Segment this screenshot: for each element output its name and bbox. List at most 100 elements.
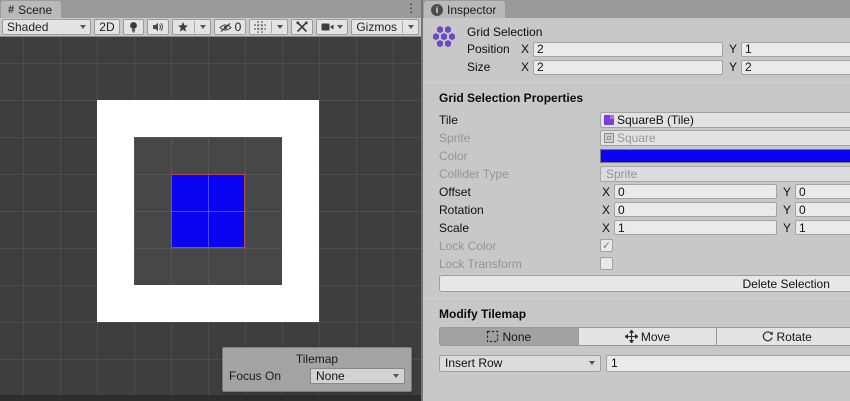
lock-color-row: Lock Color: [439, 237, 850, 254]
size-y-input[interactable]: [741, 60, 850, 75]
gizmos-dropdown[interactable]: Gizmos: [351, 19, 419, 35]
collider-type-value: Sprite: [606, 167, 637, 181]
modify-count-input[interactable]: [606, 355, 850, 372]
focus-on-value: None: [316, 369, 345, 383]
divider: [194, 21, 195, 33]
position-label: Position: [467, 42, 515, 56]
sprite-label: Sprite: [439, 131, 600, 145]
2d-toggle-button[interactable]: 2D: [94, 19, 119, 35]
y-axis-label: Y: [727, 42, 737, 56]
color-label: Color: [439, 149, 600, 163]
scene-lighting-button[interactable]: [123, 19, 144, 35]
component-tools-button[interactable]: [291, 19, 313, 35]
delete-selection-button[interactable]: Delete Selection: [439, 275, 850, 292]
chevron-down-icon[interactable]: [200, 25, 206, 29]
tool-none-label: None: [502, 330, 531, 344]
tilemap-overlay-panel[interactable]: Tilemap Focus On None: [222, 347, 412, 392]
info-icon: i: [431, 4, 443, 16]
scene-pane: # Scene ⋮ Shaded 2D: [0, 0, 421, 401]
x-axis-label: X: [519, 60, 529, 74]
modify-operation-dropdown[interactable]: Insert Row: [439, 355, 601, 372]
y-axis-label: Y: [781, 203, 791, 217]
rotation-x-input[interactable]: [614, 202, 777, 217]
rotation-label: Rotation: [439, 203, 600, 217]
offset-label: Offset: [439, 185, 600, 199]
sprite-asset-icon: [604, 133, 614, 143]
scale-label: Scale: [439, 221, 600, 235]
y-axis-label: Y: [727, 60, 737, 74]
modify-toolbar: None Move Rotate Scale: [439, 327, 850, 346]
scene-visibility-button[interactable]: 0: [214, 19, 247, 35]
scene-effects-button[interactable]: [172, 19, 211, 35]
modify-section-title: Modify Tilemap: [439, 307, 850, 321]
gizmos-label: Gizmos: [356, 20, 397, 34]
grid-selection-icon: [431, 23, 461, 76]
x-axis-label: X: [600, 185, 610, 199]
unity-editor: # Scene ⋮ Shaded 2D: [0, 0, 850, 401]
eye-off-icon: [219, 22, 232, 33]
tool-move-button[interactable]: Move: [579, 327, 718, 346]
y-axis-label: Y: [781, 185, 791, 199]
scale-y-input[interactable]: [795, 220, 850, 235]
selection-box-icon: [486, 330, 499, 343]
offset-y-input[interactable]: [795, 184, 850, 199]
scene-grid-button[interactable]: [249, 19, 288, 35]
2d-label: 2D: [99, 20, 114, 34]
grid-selection-properties-section: Grid Selection Properties Tile SquareB (…: [423, 83, 850, 298]
offset-x-input[interactable]: [614, 184, 777, 199]
move-icon: [625, 330, 638, 343]
sprite-value: Square: [617, 131, 850, 145]
shading-mode-dropdown[interactable]: Shaded: [2, 19, 91, 35]
modify-footer: Insert Row Modify: [439, 354, 850, 372]
divider: [402, 21, 403, 33]
tool-rotate-button[interactable]: Rotate: [717, 327, 850, 346]
scale-x-input[interactable]: [614, 220, 777, 235]
chevron-down-icon[interactable]: [277, 25, 283, 29]
collider-type-dropdown[interactable]: Sprite: [600, 166, 850, 182]
hidden-count-label: 0: [235, 20, 242, 34]
effects-star-icon: [177, 21, 189, 33]
tile-asset-icon: [604, 115, 614, 125]
divider: [271, 21, 272, 33]
scene-tabbar: # Scene ⋮: [0, 0, 421, 18]
size-label: Size: [467, 60, 515, 74]
chevron-down-icon[interactable]: [408, 25, 414, 29]
focus-on-label: Focus On: [229, 369, 281, 383]
tile-row: Tile SquareB (Tile) ⊙: [439, 111, 850, 128]
tab-scene[interactable]: # Scene: [1, 1, 61, 18]
properties-section-title: Grid Selection Properties: [439, 91, 850, 105]
position-y-input[interactable]: [741, 42, 850, 57]
rotation-y-input[interactable]: [795, 202, 850, 217]
tool-move-label: Move: [641, 330, 670, 344]
chevron-down-icon[interactable]: [337, 25, 343, 29]
tool-none-button[interactable]: None: [439, 327, 579, 346]
color-row: Color: [439, 147, 850, 164]
lock-color-checkbox[interactable]: [600, 239, 613, 252]
scene-menu-icon[interactable]: ⋮: [405, 1, 417, 15]
lock-transform-label: Lock Transform: [439, 257, 600, 271]
overlay-title: Tilemap: [229, 351, 405, 368]
scene-audio-button[interactable]: [147, 19, 169, 35]
sprite-object-field[interactable]: Square ⊙: [600, 130, 850, 146]
x-axis-label: X: [519, 42, 529, 56]
shading-mode-label: Shaded: [7, 20, 48, 34]
position-x-input[interactable]: [533, 42, 723, 57]
scene-viewport[interactable]: Tilemap Focus On None: [0, 37, 421, 401]
scene-toolbar: Shaded 2D: [0, 18, 421, 37]
focus-on-dropdown[interactable]: None: [310, 368, 405, 384]
grid-selection-highlight[interactable]: [171, 174, 245, 248]
color-swatch[interactable]: [600, 149, 850, 163]
lock-transform-row: Lock Transform: [439, 255, 850, 272]
grid-selection-header: Grid Selection Position X Y Z Size X: [423, 18, 850, 82]
size-x-input[interactable]: [533, 60, 723, 75]
tile-object-field[interactable]: SquareB (Tile) ⊙: [600, 112, 850, 128]
size-row: Size X Y Z: [467, 58, 850, 76]
rotation-row: Rotation X Y Z: [439, 201, 850, 218]
tile-value: SquareB (Tile): [617, 113, 850, 127]
tile-label: Tile: [439, 113, 600, 127]
scene-camera-button[interactable]: [316, 19, 348, 35]
grid-selection-title: Grid Selection: [467, 25, 542, 39]
tab-inspector[interactable]: i Inspector: [424, 1, 505, 18]
lock-transform-checkbox[interactable]: [600, 257, 613, 270]
lock-color-label: Lock Color: [439, 239, 600, 253]
